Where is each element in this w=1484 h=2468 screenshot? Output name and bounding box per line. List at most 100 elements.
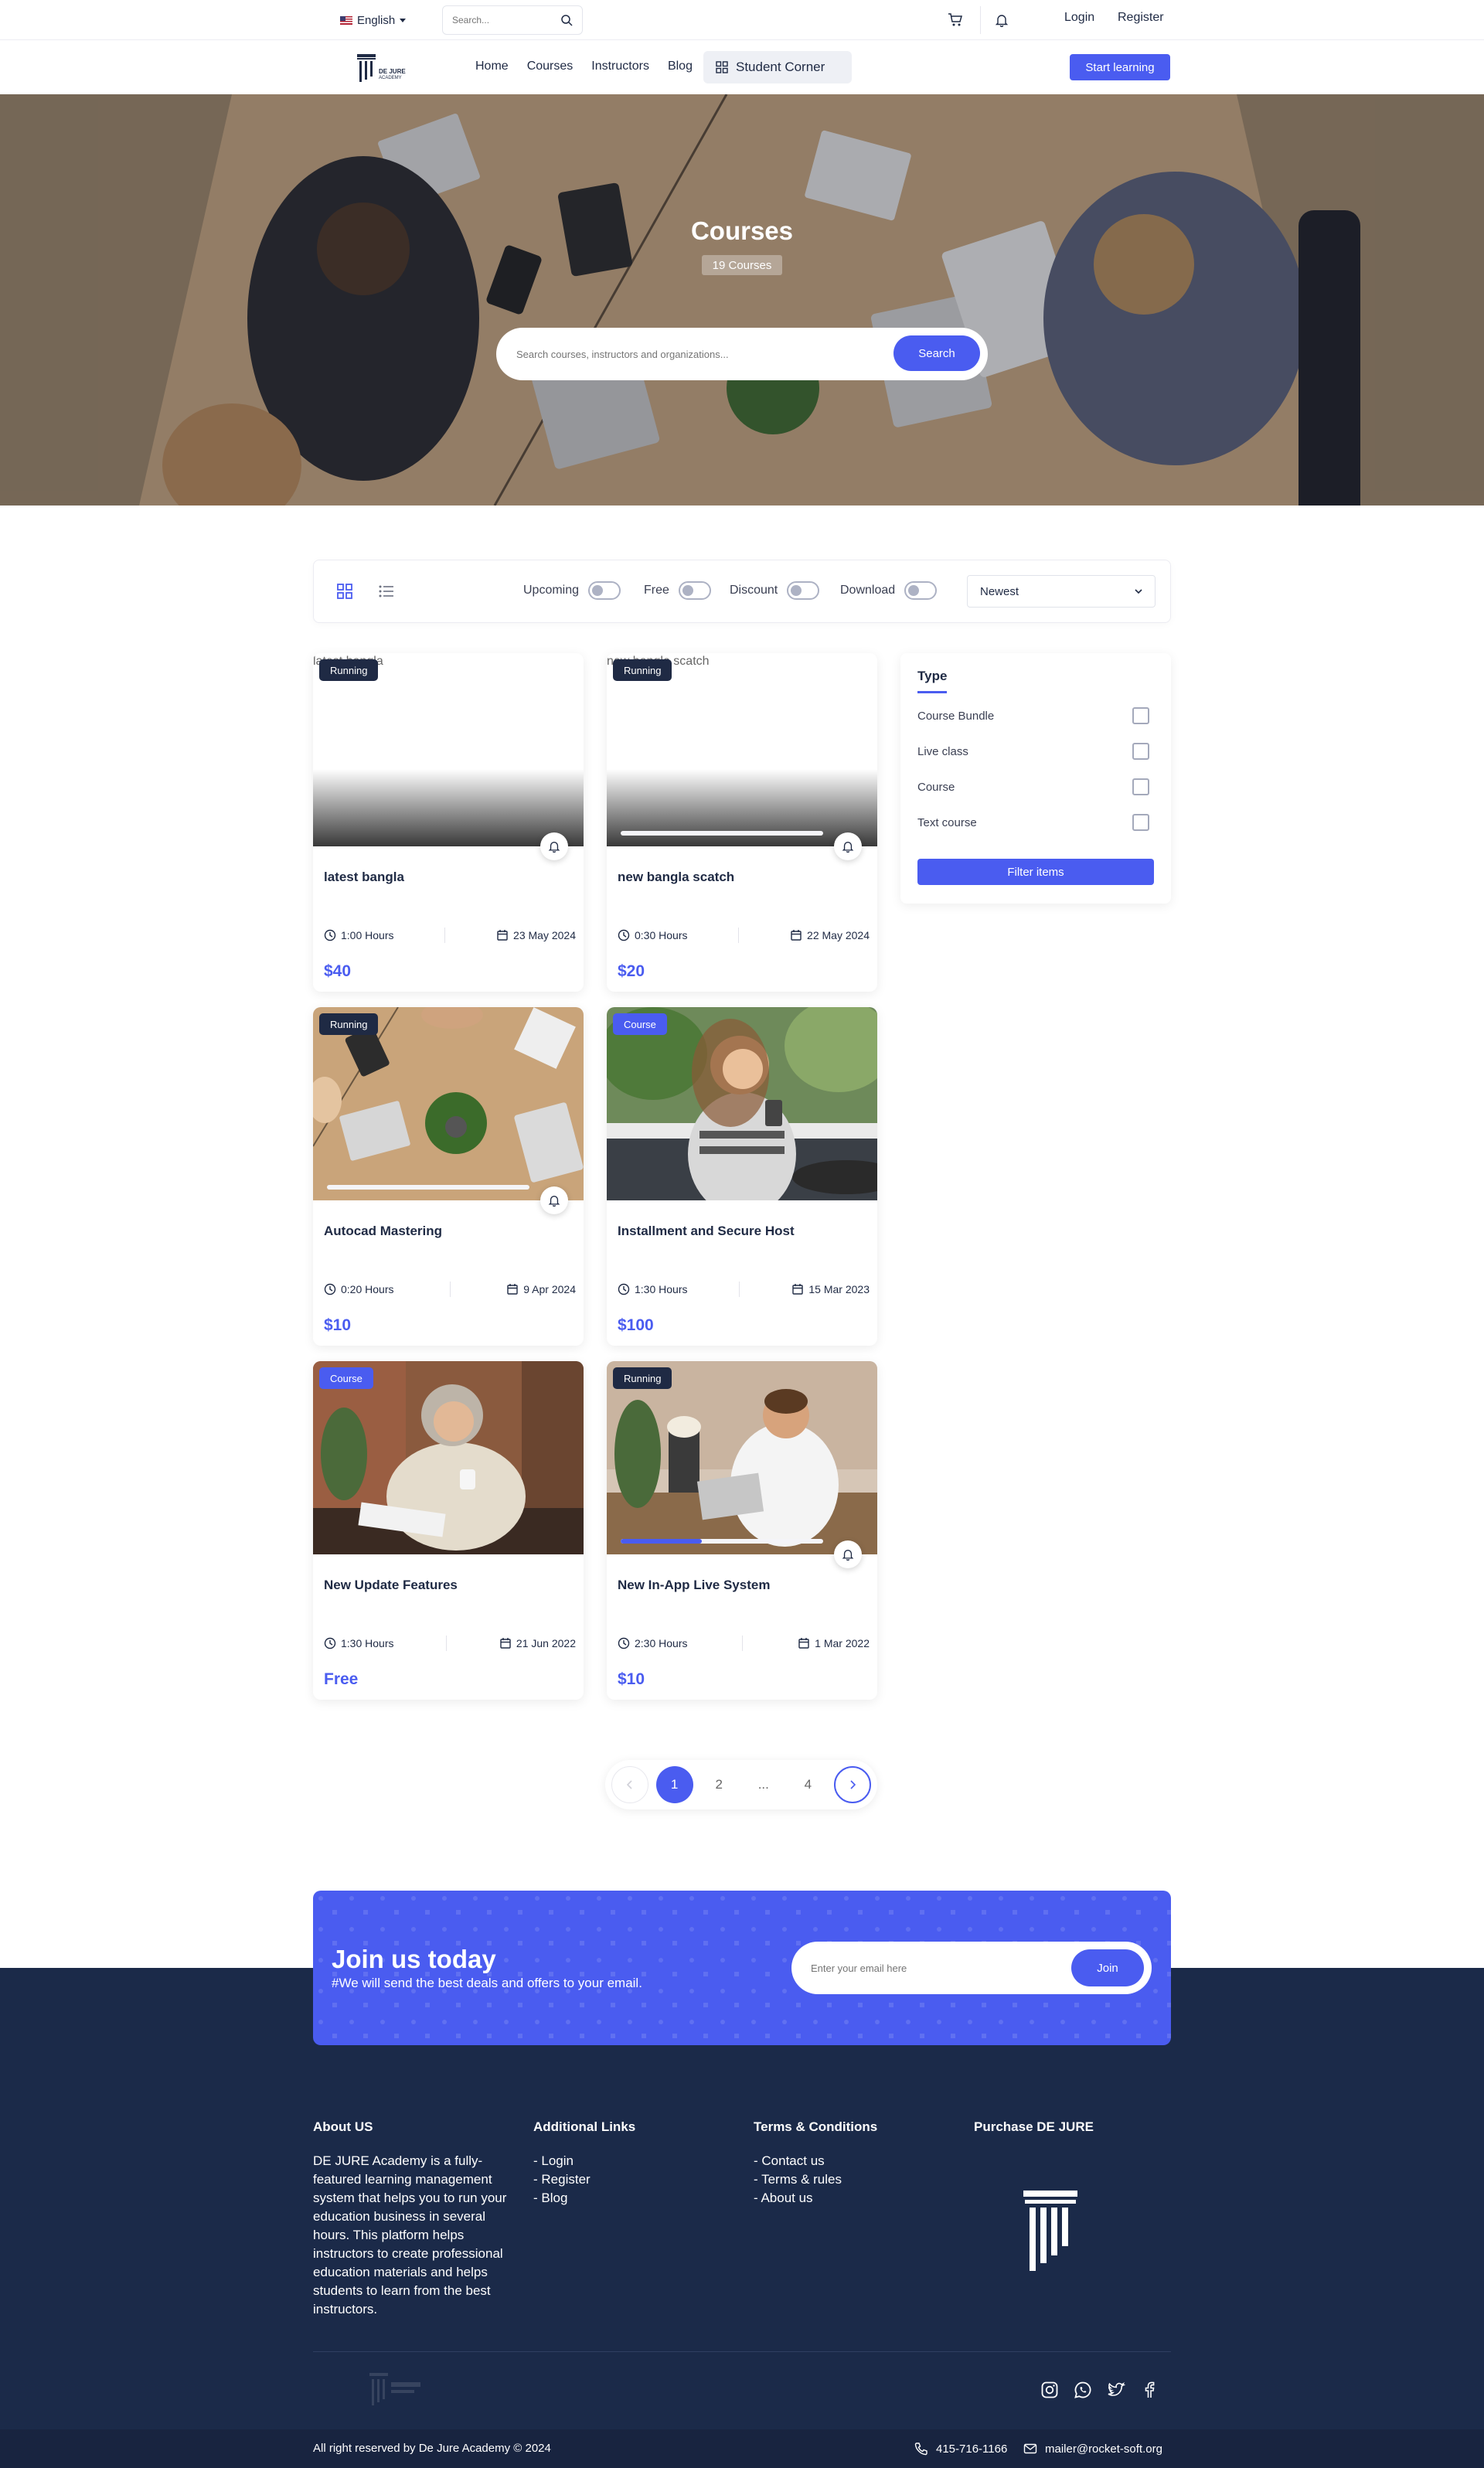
date-value: 23 May 2024	[513, 929, 576, 941]
footer-link-blog[interactable]: - Blog	[533, 2189, 635, 2208]
notify-bell-icon[interactable]	[540, 832, 568, 860]
grid-view-icon[interactable]	[334, 580, 356, 602]
instagram-icon[interactable]	[1039, 2379, 1060, 2401]
email-contact[interactable]: mailer@rocket-soft.org	[1023, 2442, 1162, 2456]
prev-page-button[interactable]	[611, 1766, 648, 1803]
course-image[interactable]	[313, 1007, 584, 1200]
course-card[interactable]: Course Installment and Secure Host 1:30 …	[607, 1007, 877, 1346]
woman-writing-photo	[313, 1361, 584, 1554]
course-card[interactable]: Course New Update Features 1:30 Hours 21…	[313, 1361, 584, 1700]
course-title[interactable]: New In-App Live System	[618, 1578, 770, 1593]
filter-items-button[interactable]: Filter items	[917, 859, 1154, 885]
top-search-input[interactable]	[452, 15, 545, 26]
twitter-icon[interactable]	[1105, 2379, 1127, 2401]
course-meta: 2:30 Hours 1 Mar 2022	[618, 1636, 870, 1651]
filter-option-course[interactable]: Course	[917, 778, 1149, 795]
filter-option-live-class[interactable]: Live class	[917, 743, 1149, 760]
course-card[interactable]: Running New In-App Live System 2:30 Hour…	[607, 1361, 877, 1700]
toggle-switch[interactable]	[904, 581, 938, 600]
course-image[interactable]	[607, 1007, 877, 1200]
footer-link-contact[interactable]: - Contact us	[754, 2152, 877, 2170]
filter-title: Type	[917, 669, 948, 693]
duration: 1:30 Hours	[324, 1637, 393, 1649]
checkbox[interactable]	[1132, 814, 1149, 831]
clock-icon	[324, 929, 336, 941]
notify-bell-icon[interactable]	[834, 832, 862, 860]
whatsapp-icon[interactable]	[1072, 2379, 1094, 2401]
upcoming-toggle[interactable]: Upcoming	[523, 581, 621, 600]
course-card[interactable]: Running Autocad Mastering 0:20 Hours 9 A…	[313, 1007, 584, 1346]
checkbox[interactable]	[1132, 743, 1149, 760]
chevron-left-icon	[626, 1780, 632, 1789]
student-corner-label: Student Corner	[736, 60, 825, 74]
status-badge: Running	[613, 1367, 672, 1389]
course-title[interactable]: Installment and Secure Host	[618, 1224, 795, 1239]
free-toggle[interactable]: Free	[644, 581, 711, 600]
hero-search-button[interactable]: Search	[893, 335, 980, 371]
student-corner-button[interactable]: Student Corner	[703, 51, 852, 83]
date-value: 9 Apr 2024	[523, 1283, 576, 1295]
download-toggle[interactable]: Download	[840, 581, 938, 600]
course-image[interactable]	[313, 1361, 584, 1554]
course-title[interactable]: latest bangla	[324, 870, 404, 885]
clock-icon	[324, 1637, 336, 1649]
checkbox[interactable]	[1132, 707, 1149, 724]
bell-icon[interactable]	[991, 9, 1013, 31]
course-image[interactable]	[607, 1361, 877, 1554]
cart-icon[interactable]	[945, 9, 966, 31]
logo[interactable]: DE JURE ACADEMY	[357, 54, 406, 82]
login-link[interactable]: Login	[1064, 11, 1094, 25]
copyright-text: All right reserved by De Jure Academy © …	[313, 2442, 551, 2455]
status-badge: Running	[319, 659, 379, 681]
notify-bell-icon[interactable]	[834, 1540, 862, 1568]
nav-item-courses[interactable]: Courses	[527, 60, 574, 73]
next-page-button[interactable]	[833, 1766, 871, 1803]
course-image[interactable]: new bangla scatch	[607, 653, 877, 846]
status-badge: Course	[613, 1013, 667, 1035]
duration-value: 1:00 Hours	[341, 929, 394, 941]
course-meta: 1:00 Hours 23 May 2024	[324, 928, 576, 943]
logo-text: DE JURE	[379, 68, 406, 75]
page-1[interactable]: 1	[655, 1766, 693, 1803]
toggle-switch[interactable]	[678, 581, 711, 600]
register-link[interactable]: Register	[1118, 11, 1164, 25]
course-card[interactable]: latest bangla Running latest bangla 1:00…	[313, 653, 584, 992]
filter-option-course-bundle[interactable]: Course Bundle	[917, 707, 1149, 724]
footer-link-about[interactable]: - About us	[754, 2189, 877, 2208]
desk-photo	[313, 1007, 584, 1200]
email-input[interactable]	[811, 1962, 1066, 1974]
page-4[interactable]: 4	[789, 1766, 826, 1803]
list-view-icon[interactable]	[376, 580, 397, 602]
footer-link-terms[interactable]: - Terms & rules	[754, 2170, 877, 2189]
hero-search-input[interactable]	[516, 348, 880, 360]
course-title[interactable]: new bangla scatch	[618, 870, 734, 885]
footer-heading: Purchase DE JURE	[974, 2119, 1094, 2134]
facebook-icon[interactable]	[1139, 2379, 1160, 2401]
checkbox[interactable]	[1132, 778, 1149, 795]
footer-link-register[interactable]: - Register	[533, 2170, 635, 2189]
course-title[interactable]: Autocad Mastering	[324, 1224, 442, 1239]
phone-contact[interactable]: 415-716-1166	[914, 2442, 1007, 2456]
start-learning-button[interactable]: Start learning	[1070, 54, 1170, 80]
nav-item-blog[interactable]: Blog	[668, 60, 693, 73]
search-icon[interactable]	[560, 14, 573, 26]
language-selector[interactable]: English	[340, 11, 407, 29]
page-2[interactable]: 2	[700, 1766, 737, 1803]
discount-toggle[interactable]: Discount	[730, 581, 820, 600]
footer-link-login[interactable]: - Login	[533, 2152, 635, 2170]
language-label: English	[357, 13, 396, 27]
course-title[interactable]: New Update Features	[324, 1578, 458, 1593]
toggle-switch[interactable]	[787, 581, 820, 600]
sort-select[interactable]: Newest	[967, 575, 1156, 608]
notify-bell-icon[interactable]	[540, 1186, 568, 1214]
date-value: 1 Mar 2022	[815, 1637, 870, 1649]
course-card[interactable]: new bangla scatch Running new bangla sca…	[607, 653, 877, 992]
nav-item-instructors[interactable]: Instructors	[591, 60, 649, 73]
course-image[interactable]: latest bangla	[313, 653, 584, 846]
toggle-switch[interactable]	[588, 581, 621, 600]
nav-menu: Home Courses Instructors Blog	[475, 60, 693, 73]
pillar-logo-icon[interactable]	[1023, 2191, 1077, 2271]
nav-item-home[interactable]: Home	[475, 60, 509, 73]
filter-option-text-course[interactable]: Text course	[917, 814, 1149, 831]
join-button[interactable]: Join	[1071, 1949, 1144, 1986]
